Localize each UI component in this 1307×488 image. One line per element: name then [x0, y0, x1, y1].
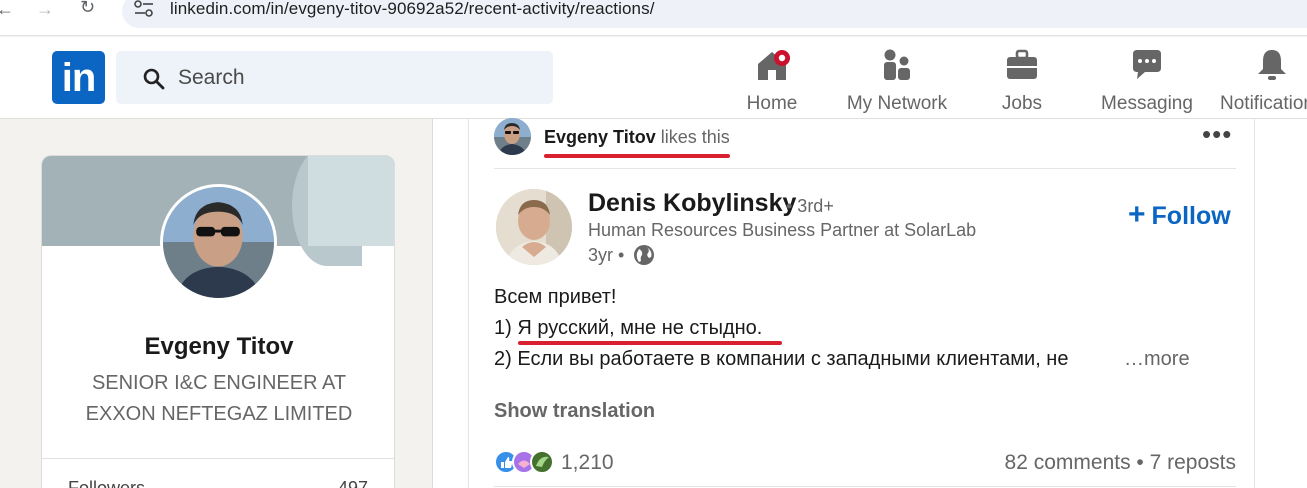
message-icon — [1133, 50, 1161, 79]
search-input[interactable] — [178, 60, 538, 96]
nav-label: Notifications — [1220, 93, 1307, 114]
linkedin-header: in Home My Network Jobs — [0, 37, 1307, 119]
nav-label: My Network — [846, 93, 948, 114]
home-icon — [758, 50, 790, 80]
comments-reposts[interactable]: 82 comments • 7 reposts — [1005, 451, 1236, 475]
search-icon — [143, 68, 165, 90]
show-translation-button[interactable]: Show translation — [494, 400, 655, 423]
divider — [494, 486, 1236, 487]
briefcase-icon — [1007, 49, 1037, 79]
forward-icon[interactable]: → — [36, 0, 54, 18]
nav-jobs[interactable]: Jobs — [980, 45, 1064, 115]
nav-notifications[interactable]: Notifications — [1218, 45, 1307, 115]
profile-name[interactable]: Evgeny Titov — [42, 333, 394, 361]
actor-avatar[interactable] — [494, 118, 531, 155]
browser-toolbar: ← → ↻ linkedin.com/in/evgeny-titov-90692… — [0, 0, 1307, 36]
plus-icon: + — [1128, 198, 1146, 231]
post-text-line: 2) Если вы работаете в компании с западн… — [494, 348, 1069, 370]
see-more-link[interactable]: …more — [1124, 348, 1190, 371]
follow-label: Follow — [1151, 202, 1231, 230]
profile-headline: SENIOR I&C ENGINEER AT EXXON NEFTEGAZ LI… — [85, 372, 353, 425]
nav-messaging[interactable]: Messaging — [1098, 45, 1196, 115]
nav-label: Home — [746, 93, 798, 114]
divider — [494, 168, 1236, 169]
bell-icon — [1258, 50, 1286, 80]
post-text-line: Всем привет! — [494, 286, 617, 308]
followers-count[interactable]: 497 — [338, 478, 368, 488]
linkedin-logo[interactable]: in — [52, 51, 105, 104]
connection-degree: • 3rd+ — [786, 196, 834, 216]
author-avatar[interactable] — [496, 189, 572, 265]
reaction-count[interactable]: 1,210 — [561, 451, 614, 475]
url-text[interactable]: linkedin.com/in/evgeny-titov-90692a52/re… — [170, 0, 655, 19]
nav-label: Jobs — [1001, 93, 1043, 114]
highlight-underline — [544, 154, 730, 158]
reload-icon[interactable]: ↻ — [80, 0, 95, 16]
profile-avatar[interactable] — [160, 184, 277, 301]
follow-button[interactable]: + Follow — [1128, 197, 1231, 233]
globe-icon — [634, 245, 654, 265]
followers-label[interactable]: Followers — [68, 478, 145, 488]
site-settings-icon[interactable] — [134, 0, 154, 18]
search-box[interactable] — [116, 51, 553, 104]
divider — [42, 458, 394, 459]
nav-home[interactable]: Home — [730, 45, 814, 115]
reactions-icons[interactable] — [494, 449, 558, 475]
highlight-underline — [518, 341, 782, 345]
post-text-line: 1) Я русский, мне не стыдно. — [494, 317, 763, 339]
activity-line: Evgeny Titov likes this — [544, 127, 730, 148]
more-dots-icon[interactable]: ••• — [1202, 121, 1232, 147]
actor-name[interactable]: Evgeny Titov — [544, 127, 656, 147]
network-icon — [884, 49, 910, 80]
author-name[interactable]: Denis Kobylinsky — [588, 189, 796, 218]
nav-label: Messaging — [1101, 93, 1193, 114]
profile-card: Evgeny Titov SENIOR I&C ENGINEER AT EXXO… — [41, 155, 395, 488]
back-icon[interactable]: ← — [0, 0, 14, 18]
activity-action: likes this — [660, 127, 730, 147]
nav-my-network[interactable]: My Network — [842, 45, 952, 115]
author-headline: Human Resources Business Partner at Sola… — [588, 220, 977, 240]
post-time: 3yr • — [588, 245, 625, 265]
